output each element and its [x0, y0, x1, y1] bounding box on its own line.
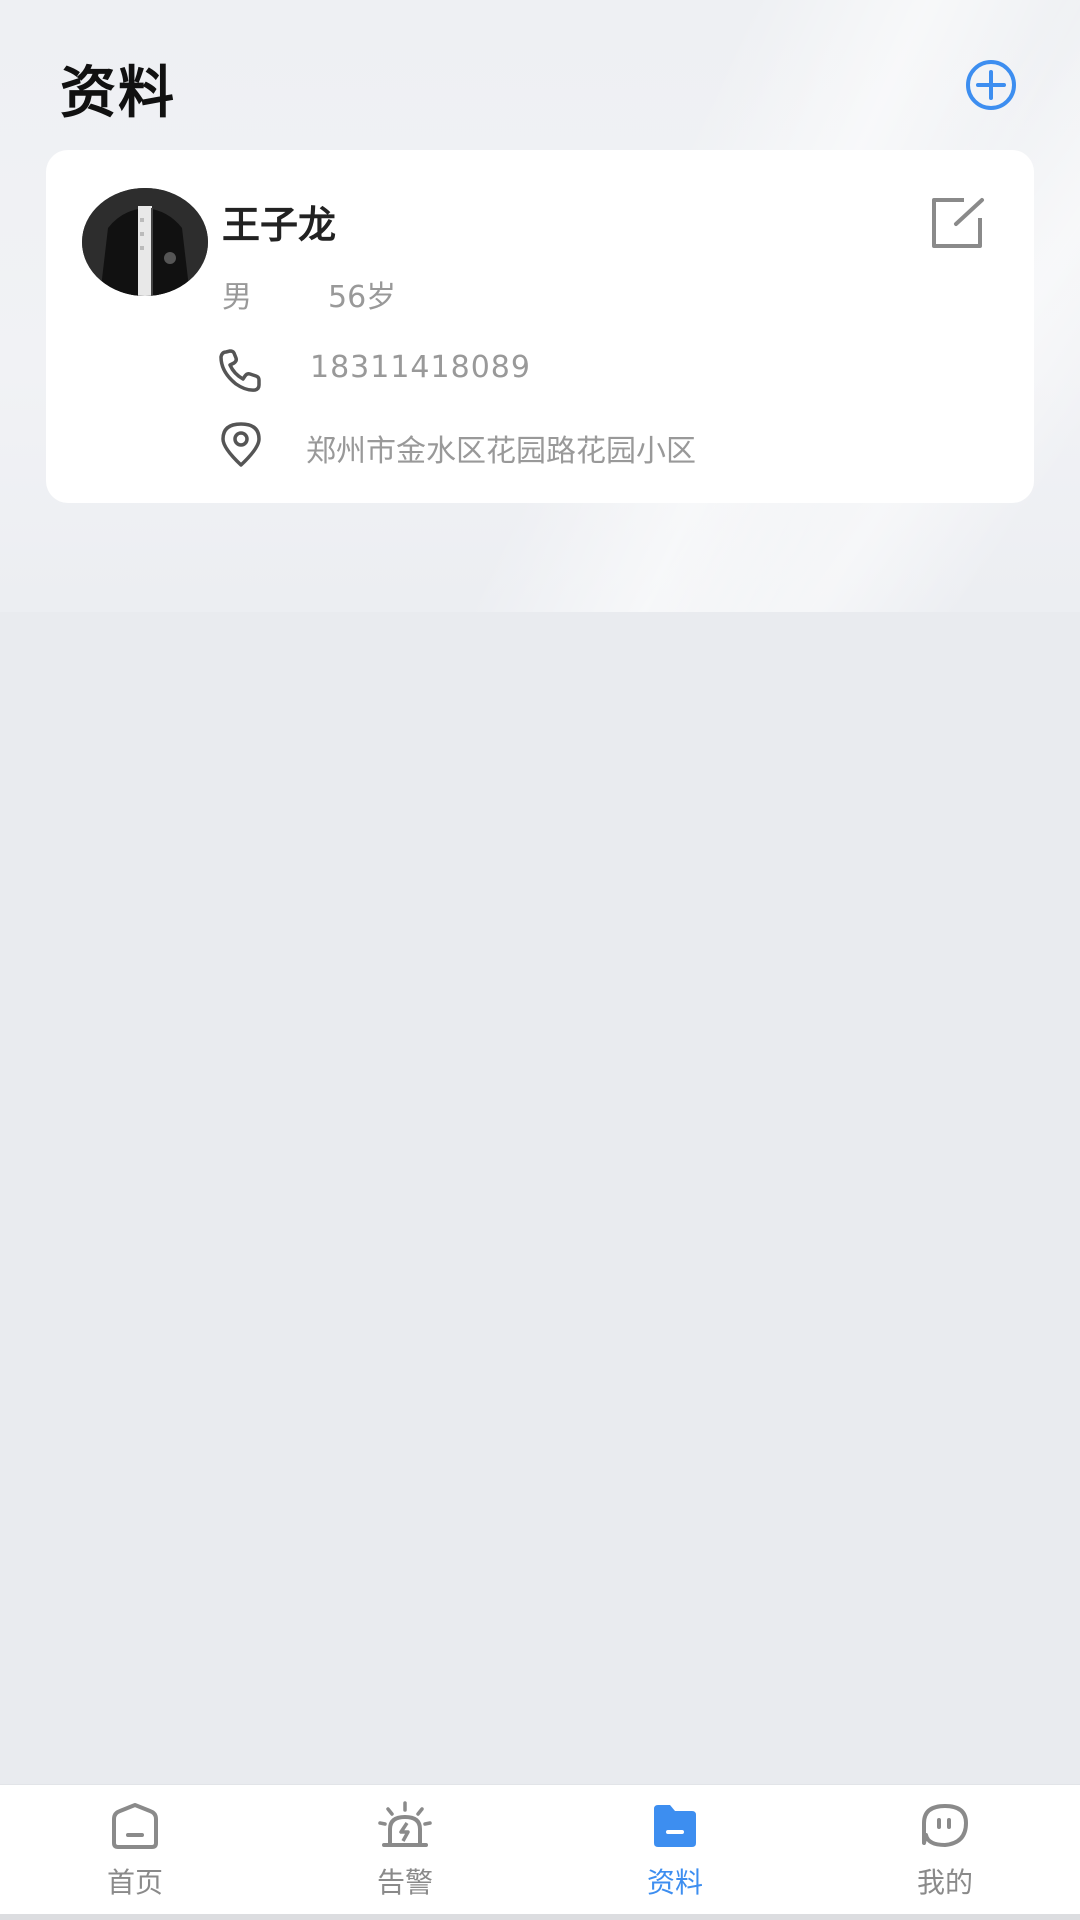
add-button[interactable] — [964, 58, 1018, 112]
tab-home-label: 首页 — [106, 1866, 163, 1899]
chat-face-icon — [922, 1804, 968, 1847]
tab-mine[interactable]: 我的 — [810, 1785, 1080, 1915]
age-text: 56岁 — [328, 280, 397, 315]
page-title: 资料 — [60, 61, 176, 126]
bottom-tab-bar: 首页 告警 资料 我的 — [0, 1784, 1080, 1914]
phone-icon — [216, 346, 264, 394]
profile-name: 王子龙 — [222, 203, 337, 247]
phone-number[interactable]: 18311418089 — [310, 350, 531, 385]
profile-page: 资料 王子龙 男 56岁 18311418089 郑州市金水区花园路花园小区 首… — [0, 0, 1080, 1920]
edit-icon — [932, 198, 984, 248]
edit-button[interactable] — [928, 196, 988, 252]
plus-circle-icon — [966, 60, 1016, 110]
bottom-divider — [0, 1914, 1080, 1920]
tab-alarm-label: 告警 — [376, 1866, 433, 1899]
tab-profile-label: 资料 — [646, 1866, 703, 1899]
alarm-icon — [378, 1801, 432, 1847]
avatar — [82, 188, 208, 296]
home-icon — [112, 1803, 158, 1849]
folder-icon — [654, 1805, 696, 1847]
tab-mine-label: 我的 — [916, 1866, 973, 1899]
tab-home[interactable]: 首页 — [0, 1785, 270, 1915]
tab-profile[interactable]: 资料 — [540, 1785, 810, 1915]
header: 资料 — [0, 0, 1080, 150]
tab-alarm[interactable]: 告警 — [270, 1785, 540, 1915]
address-text: 郑州市金水区花园路花园小区 — [306, 434, 696, 469]
gender-text: 男 — [222, 280, 252, 315]
profile-card[interactable]: 王子龙 男 56岁 18311418089 郑州市金水区花园路花园小区 — [46, 150, 1034, 503]
location-pin-icon — [218, 420, 264, 468]
